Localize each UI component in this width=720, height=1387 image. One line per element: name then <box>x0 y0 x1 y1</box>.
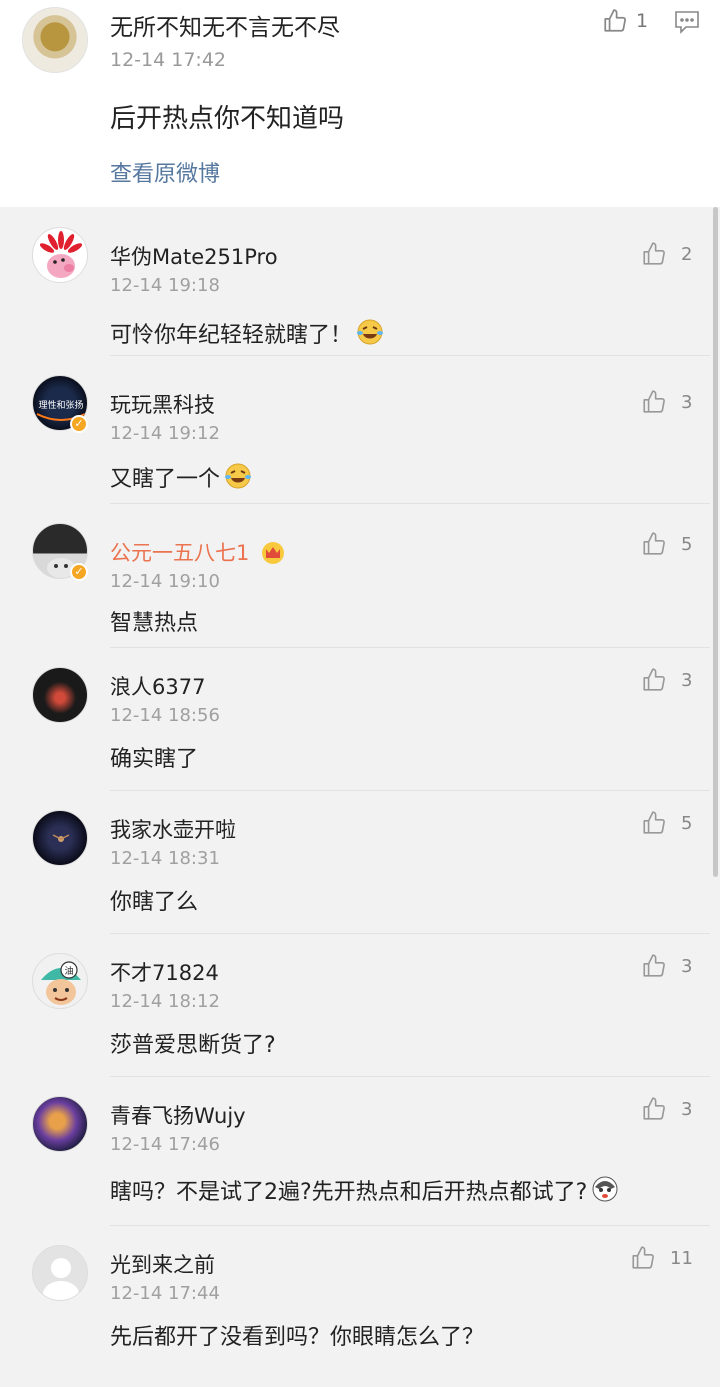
divider <box>110 1225 710 1226</box>
comment-time: 12-14 17:42 <box>110 49 227 71</box>
comment-author[interactable]: 公元一五八七1 <box>110 537 286 567</box>
like-count: 3 <box>681 955 693 977</box>
like-count: 5 <box>681 533 693 555</box>
verified-badge-icon: ✓ <box>70 415 88 433</box>
like-count: 5 <box>681 812 693 834</box>
avatar[interactable] <box>32 227 88 283</box>
comment-text: 先后都开了没看到吗？你眼睛怎么了？ <box>110 1325 485 1350</box>
divider <box>110 790 710 791</box>
thumbs-up-icon <box>643 242 665 265</box>
like-button[interactable]: 11 <box>630 1245 693 1271</box>
like-count: 3 <box>681 391 693 413</box>
divider <box>110 647 710 648</box>
like-count: 1 <box>636 10 649 32</box>
comment-text: 智慧热点 <box>110 611 199 636</box>
divider <box>110 503 710 504</box>
comment-icon[interactable] <box>674 10 700 34</box>
thumbs-up-icon <box>643 1097 665 1120</box>
avatar[interactable]: 油 <box>32 953 88 1009</box>
comment-time: 12-14 18:31 <box>110 848 220 869</box>
laughing-crying-emoji <box>225 463 252 489</box>
comment-author[interactable]: 不才71824 <box>110 957 219 987</box>
like-count: 11 <box>670 1247 693 1269</box>
comment-author[interactable]: 我家水壶开啦 <box>110 814 236 844</box>
like-count: 2 <box>681 243 693 265</box>
like-count: 3 <box>681 669 693 691</box>
divider <box>110 933 710 934</box>
comment-text: 可怜你年纪轻轻就瞎了！ <box>110 317 384 349</box>
comment-author[interactable]: 无所不知无不言无不尽 <box>110 8 340 42</box>
thumbs-up-icon <box>643 668 665 691</box>
comment-text-content: 可怜你年纪轻轻就瞎了！ <box>110 323 353 348</box>
like-button[interactable]: 3 <box>641 389 692 415</box>
like-button[interactable]: 3 <box>641 953 692 979</box>
avatar[interactable] <box>32 1096 88 1152</box>
thumbs-up-icon <box>643 532 665 555</box>
reply-list: 华伪Mate251Pro 12-14 19:18 可怜你年纪轻轻就瞎了！ 2 理… <box>0 207 720 1387</box>
thumbs-up-icon <box>632 1246 654 1269</box>
divider <box>110 355 710 356</box>
thumbs-up-icon <box>643 811 665 834</box>
divider <box>110 1076 710 1077</box>
author-name-text: 公元一五八七1 <box>110 541 250 565</box>
comment-text: 你瞎了么 <box>110 890 199 915</box>
comment-author[interactable]: 青春飞扬Wujy <box>110 1100 246 1130</box>
comment-time: 12-14 17:44 <box>110 1283 220 1304</box>
avatar[interactable] <box>32 667 88 723</box>
like-button[interactable]: 3 <box>641 1096 692 1122</box>
avatar[interactable] <box>32 1245 88 1301</box>
like-button[interactable]: 5 <box>641 531 692 557</box>
original-comment-card: 无所不知无不言无不尽 12-14 17:42 后开热点你不知道吗 查看原微博 1 <box>0 0 720 207</box>
comment-time: 12-14 19:10 <box>110 571 220 592</box>
comment-text-content: 瞎吗？不是试了2遍?先开热点和后开热点都试了? <box>110 1180 588 1205</box>
comment-author[interactable]: 浪人6377 <box>110 671 205 701</box>
comment-time: 12-14 19:18 <box>110 275 220 296</box>
thumbs-up-icon <box>643 390 665 413</box>
like-button[interactable]: 5 <box>641 810 692 836</box>
crown-icon <box>262 542 285 564</box>
like-count: 3 <box>681 1098 693 1120</box>
comment-time: 12-14 19:12 <box>110 423 220 444</box>
comment-text: 确实瞎了 <box>110 747 199 772</box>
like-button[interactable]: 2 <box>641 241 692 267</box>
comment-time: 12-14 18:12 <box>110 991 220 1012</box>
thumbs-up-icon <box>604 9 626 32</box>
like-button[interactable]: 3 <box>641 667 692 693</box>
comment-text: 后开热点你不知道吗 <box>110 104 345 134</box>
thumbs-up-icon <box>643 954 665 977</box>
comment-author[interactable]: 玩玩黑科技 <box>110 389 215 419</box>
comment-time: 12-14 17:46 <box>110 1134 220 1155</box>
husky-emoji <box>592 1176 618 1202</box>
view-original-weibo-link[interactable]: 查看原微博 <box>110 156 220 188</box>
avatar[interactable] <box>32 810 88 866</box>
verified-badge-icon: ✓ <box>70 563 88 581</box>
scrollbar[interactable] <box>713 207 718 877</box>
comment-text-content: 又瞎了一个 <box>110 467 221 492</box>
comment-text: 又瞎了一个 <box>110 461 252 493</box>
comment-author[interactable]: 华伪Mate251Pro <box>110 241 278 271</box>
avatar-text: 油 <box>64 965 73 977</box>
comment-author[interactable]: 光到来之前 <box>110 1249 215 1279</box>
comment-text: 莎普爱思断货了? <box>110 1033 276 1058</box>
laughing-crying-emoji <box>357 319 384 345</box>
avatar-text: 理性和张扬 <box>38 399 83 411</box>
comment-text: 瞎吗？不是试了2遍?先开热点和后开热点都试了? <box>110 1174 619 1206</box>
like-button[interactable]: 1 <box>602 8 648 34</box>
comment-time: 12-14 18:56 <box>110 705 220 726</box>
avatar[interactable] <box>22 7 88 73</box>
